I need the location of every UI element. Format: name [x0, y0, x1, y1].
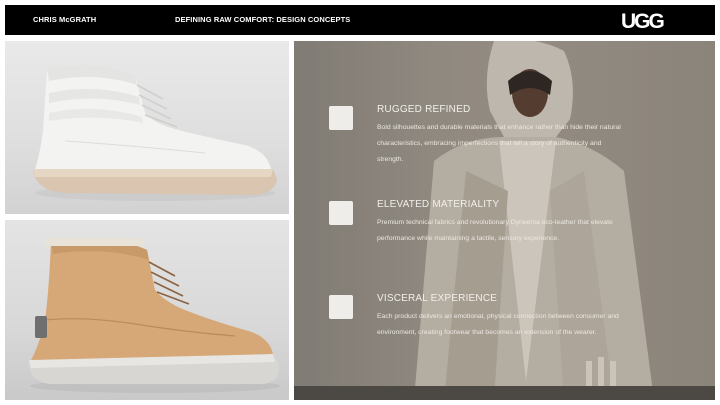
feature-title: VISCERAL EXPERIENCE [377, 293, 498, 304]
ugg-logo: UGG [621, 10, 665, 33]
tan-boot-illustration [28, 238, 280, 393]
top-bar: CHRIS McGRATH DEFINING RAW COMFORT: DESI… [5, 5, 715, 35]
feature-title: RUGGED REFINED [377, 104, 471, 115]
feature-title: ELEVATED MATERIALITY [377, 199, 500, 210]
feature-checkbox [329, 201, 353, 225]
author-name: CHRIS McGRATH [33, 15, 97, 24]
bottom-strip [294, 386, 715, 400]
white-boot-image [5, 41, 289, 214]
feature-checkbox [329, 295, 353, 319]
tan-boot-image [5, 220, 289, 400]
feature-checkbox [329, 106, 353, 130]
model-image-panel: RUGGED REFINED Bold silhouettes and dura… [294, 41, 715, 400]
deck-title: DEFINING RAW COMFORT: DESIGN CONCEPTS [175, 15, 351, 24]
feature-description: Bold silhouettes and durable materials t… [377, 124, 621, 163]
feature-description: Premium technical fabrics and revolution… [377, 219, 613, 242]
white-boot-illustration [33, 65, 277, 201]
feature-description: Each product delivers an emotional, phys… [377, 313, 619, 336]
